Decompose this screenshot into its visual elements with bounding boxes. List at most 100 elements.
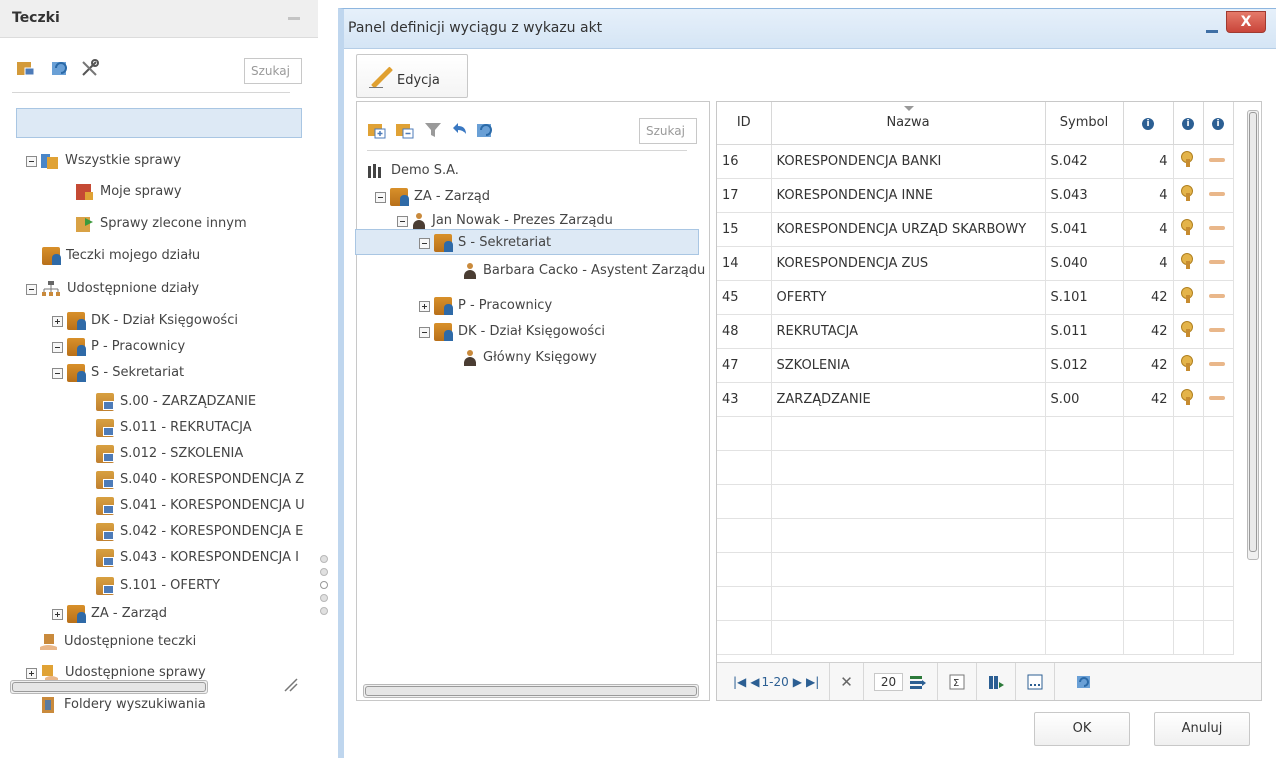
org-search-input[interactable]: Szukaj bbox=[639, 118, 697, 144]
cell-permissions[interactable] bbox=[1173, 348, 1204, 383]
next-page-icon[interactable]: ▶ bbox=[793, 675, 802, 689]
splitter-handle[interactable] bbox=[320, 555, 330, 620]
share-hand-icon[interactable] bbox=[1209, 291, 1227, 301]
tree-item-s043[interactable]: S.043 - KORESPONDENCJA I bbox=[96, 547, 306, 569]
tree-item-p[interactable]: P - Pracownicy bbox=[52, 336, 185, 358]
cancel-button[interactable]: Anuluj bbox=[1154, 712, 1250, 746]
table-row[interactable]: 16 KORESPONDENCJA BANKI S.042 4 bbox=[717, 144, 1234, 179]
remove-unit-icon[interactable] bbox=[395, 120, 415, 140]
prev-page-icon[interactable]: ◀ bbox=[750, 675, 759, 689]
cell-permissions[interactable] bbox=[1173, 212, 1204, 247]
collapse-toggle-icon[interactable] bbox=[52, 367, 63, 379]
sum-icon[interactable]: Σ bbox=[948, 674, 966, 690]
tree-item-search-folders[interactable]: Foldery wyszukiwania bbox=[40, 694, 206, 716]
table-row[interactable]: 17 KORESPONDENCJA INNE S.043 4 bbox=[717, 178, 1234, 213]
key-icon[interactable] bbox=[1180, 389, 1196, 405]
cell-share[interactable] bbox=[1203, 178, 1234, 213]
cell-permissions[interactable] bbox=[1173, 314, 1204, 349]
add-unit-icon[interactable] bbox=[367, 120, 387, 140]
org-node-za[interactable]: ZA - Zarząd bbox=[375, 186, 490, 208]
collapse-toggle-icon[interactable] bbox=[52, 341, 63, 353]
column-header-info-3[interactable]: i bbox=[1203, 102, 1234, 145]
collapse-toggle-icon[interactable] bbox=[419, 237, 430, 249]
org-node-jan-nowak[interactable]: Jan Nowak - Prezes Zarządu bbox=[397, 210, 613, 232]
scrollbar-thumb[interactable] bbox=[12, 682, 206, 692]
tree-item-za[interactable]: ZA - Zarząd bbox=[52, 603, 167, 625]
share-hand-icon[interactable] bbox=[1209, 393, 1227, 403]
refresh-icon[interactable] bbox=[50, 58, 70, 78]
tree-item-department-folders[interactable]: Teczki mojego działu bbox=[42, 245, 200, 267]
column-header-symbol[interactable]: Symbol bbox=[1045, 102, 1124, 145]
table-row[interactable]: 45 OFERTY S.101 42 bbox=[717, 280, 1234, 315]
org-node-s[interactable]: S - Sekretariat bbox=[419, 232, 551, 254]
org-node-glowny-ksiegowy[interactable]: Główny Księgowy bbox=[463, 347, 597, 369]
scrollbar-thumb[interactable] bbox=[1249, 112, 1257, 552]
expand-toggle-icon[interactable] bbox=[52, 608, 63, 620]
collapse-toggle-icon[interactable] bbox=[375, 191, 386, 203]
cell-share[interactable] bbox=[1203, 382, 1234, 417]
share-hand-icon[interactable] bbox=[1209, 359, 1227, 369]
table-row[interactable]: 47 SZKOLENIA S.012 42 bbox=[717, 348, 1234, 383]
key-icon[interactable] bbox=[1180, 321, 1196, 337]
table-row[interactable]: 14 KORESPONDENCJA ZUS S.040 4 bbox=[717, 246, 1234, 281]
column-header-info-2[interactable]: i bbox=[1173, 102, 1204, 145]
refresh-icon[interactable] bbox=[475, 120, 495, 140]
resize-grip-icon[interactable] bbox=[282, 676, 298, 692]
org-node-dk[interactable]: DK - Dział Księgowości bbox=[419, 321, 605, 343]
cell-share[interactable] bbox=[1203, 246, 1234, 281]
cell-share[interactable] bbox=[1203, 212, 1234, 247]
key-icon[interactable] bbox=[1180, 151, 1196, 167]
share-hand-icon[interactable] bbox=[1209, 325, 1227, 335]
close-button[interactable]: X bbox=[1226, 11, 1266, 33]
last-page-icon[interactable]: ▶| bbox=[806, 675, 819, 689]
key-icon[interactable] bbox=[1180, 219, 1196, 235]
tree-item-s011[interactable]: S.011 - REKRUTACJA bbox=[96, 417, 306, 439]
cell-share[interactable] bbox=[1203, 144, 1234, 179]
org-node-p[interactable]: P - Pracownicy bbox=[419, 295, 552, 317]
key-icon[interactable] bbox=[1180, 287, 1196, 303]
expand-toggle-icon[interactable] bbox=[419, 300, 430, 312]
refresh-icon[interactable] bbox=[1075, 674, 1093, 690]
tree-item-s041[interactable]: S.041 - KORESPONDENCJA U bbox=[96, 495, 306, 517]
columns-icon[interactable] bbox=[987, 674, 1005, 690]
expand-toggle-icon[interactable] bbox=[26, 667, 37, 679]
key-icon[interactable] bbox=[1180, 355, 1196, 371]
tree-item-s012[interactable]: S.012 - SZKOLENIA bbox=[96, 443, 306, 465]
collapse-toggle-icon[interactable] bbox=[397, 215, 408, 227]
tree-item-s040[interactable]: S.040 - KORESPONDENCJA Z bbox=[96, 469, 306, 491]
cell-permissions[interactable] bbox=[1173, 246, 1204, 281]
tree-item-all-cases[interactable]: Wszystkie sprawy bbox=[26, 150, 181, 172]
cell-share[interactable] bbox=[1203, 314, 1234, 349]
org-node-company[interactable]: Demo S.A. bbox=[367, 160, 459, 182]
share-hand-icon[interactable] bbox=[1209, 155, 1227, 165]
tree-item-s[interactable]: S - Sekretariat bbox=[52, 362, 184, 384]
column-header-id[interactable]: ID bbox=[717, 102, 772, 145]
apply-page-size-icon[interactable] bbox=[909, 674, 927, 690]
tools-icon[interactable]: ✕ bbox=[840, 673, 853, 691]
tree-item-shared-folders[interactable]: Udostępnione teczki bbox=[40, 631, 196, 653]
key-icon[interactable] bbox=[1180, 185, 1196, 201]
org-node-barbara-cacko[interactable]: Barbara Cacko - Asystent Zarządu bbox=[463, 260, 709, 282]
tree-item-dk[interactable]: DK - Dział Księgowości bbox=[52, 310, 238, 332]
tree-item-s042[interactable]: S.042 - KORESPONDENCJA E bbox=[96, 521, 306, 543]
share-hand-icon[interactable] bbox=[1209, 223, 1227, 233]
cell-permissions[interactable] bbox=[1173, 382, 1204, 417]
cell-permissions[interactable] bbox=[1173, 280, 1204, 315]
minimize-button[interactable] bbox=[1200, 19, 1224, 39]
tree-item-s00[interactable]: S.00 - ZARZĄDZANIE bbox=[96, 391, 306, 413]
cell-share[interactable] bbox=[1203, 280, 1234, 315]
collapse-toggle-icon[interactable] bbox=[419, 326, 430, 338]
table-row[interactable]: 15 KORESPONDENCJA URZĄD SKARBOWY S.041 4 bbox=[717, 212, 1234, 247]
cell-permissions[interactable] bbox=[1173, 144, 1204, 179]
collapse-toggle-icon[interactable] bbox=[26, 283, 37, 295]
tree-item-shared-departments[interactable]: Udostępnione działy bbox=[26, 278, 199, 300]
key-icon[interactable] bbox=[1180, 253, 1196, 269]
tree-item-my-cases[interactable]: Moje sprawy bbox=[76, 181, 182, 203]
filter-icon[interactable] bbox=[423, 120, 443, 140]
tree-item-delegated-cases[interactable]: Sprawy zlecone innym bbox=[76, 213, 247, 235]
tree-item-s101[interactable]: S.101 - OFERTY bbox=[96, 575, 306, 597]
export-icon[interactable] bbox=[1026, 674, 1044, 690]
table-row[interactable]: 48 REKRUTACJA S.011 42 bbox=[717, 314, 1234, 349]
share-hand-icon[interactable] bbox=[1209, 189, 1227, 199]
column-header-nazwa[interactable]: Nazwa bbox=[771, 102, 1046, 145]
